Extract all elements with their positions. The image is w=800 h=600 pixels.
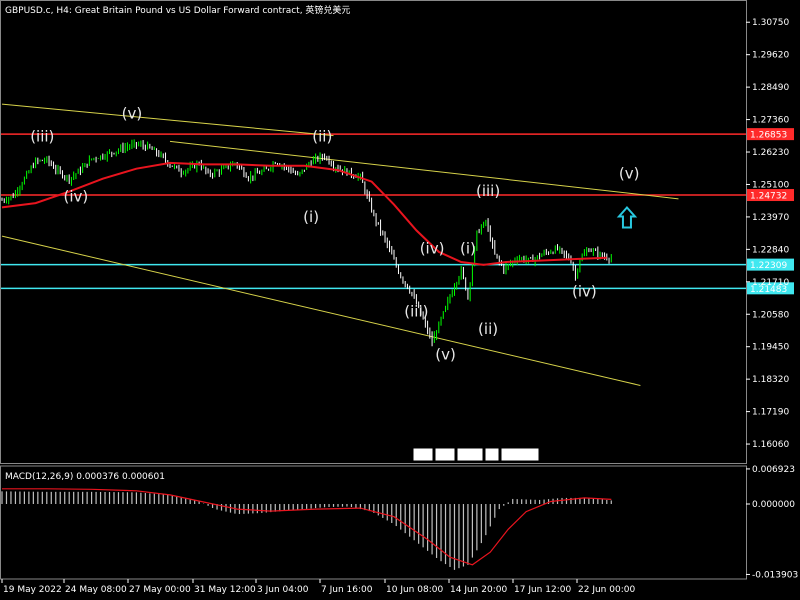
level-label-1.24732: 1.24732 (750, 192, 787, 202)
price-tick-1.22840: 1.22840 (752, 245, 789, 255)
price-tick-1.19450: 1.19450 (752, 343, 789, 353)
time-tick-3: 31 May 12:00 (194, 585, 256, 595)
chart-background (0, 0, 800, 600)
level-label-1.26853: 1.26853 (750, 131, 787, 141)
wave-label-8: (i) (460, 239, 476, 257)
price-tick-1.23970: 1.23970 (752, 213, 789, 223)
macd-tick-0.006923: 0.006923 (752, 465, 795, 475)
time-tick-2: 27 May 00:00 (129, 585, 191, 595)
timeline-badge-2: 1 0 (461, 451, 476, 461)
price-tick-1.29620: 1.29620 (752, 51, 789, 61)
price-tick-1.16060: 1.16060 (752, 440, 789, 450)
time-tick-5: 7 Jun 16:00 (321, 585, 373, 595)
price-tick-1.27360: 1.27360 (752, 116, 789, 126)
timeline-badge-1: 17 (439, 451, 450, 461)
wave-label-9: (iii) (404, 303, 428, 321)
price-tick-1.21710: 1.21710 (752, 278, 789, 288)
timeline-badge-4: 00:00 (505, 451, 531, 461)
time-tick-7: 14 Jun 20:00 (450, 585, 507, 595)
wave-label-7: (iv) (420, 239, 445, 257)
price-tick-1.28490: 1.28490 (752, 83, 789, 93)
time-tick-9: 22 Jun 00:00 (578, 585, 635, 595)
time-tick-8: 17 Jun 12:00 (514, 585, 571, 595)
wave-label-2: (iv) (64, 188, 89, 206)
wave-label-5: (i) (303, 208, 319, 226)
wave-label-13: (v) (619, 165, 640, 183)
time-tick-0: 19 May 2022 (3, 585, 62, 595)
macd-tick-0.000000: 0.000000 (752, 500, 795, 510)
macd-tick--0.013903: -0.013903 (752, 570, 798, 580)
price-tick-1.30750: 1.30750 (752, 18, 789, 28)
wave-label-6: (iii) (476, 182, 500, 200)
price-tick-1.18320: 1.18320 (752, 375, 789, 385)
time-tick-6: 10 Jun 08:00 (386, 585, 443, 595)
wave-label-1: (iii) (30, 127, 54, 145)
wave-label-3: (v) (122, 104, 143, 122)
price-tick-1.20580: 1.20580 (752, 310, 789, 320)
level-label-1.22309: 1.22309 (750, 261, 787, 271)
price-tick-1.25100: 1.25100 (752, 180, 789, 190)
price-tick-1.26230: 1.26230 (752, 148, 789, 158)
wave-label-4: (ii) (312, 127, 332, 145)
price-tick-1.17190: 1.17190 (752, 408, 789, 418)
wave-label-10: (v) (435, 346, 456, 364)
trading-chart[interactable]: (iii) (iv) (v) (ii) (i) (iii) (iv) (i) (iii) (v) (… (0, 0, 800, 600)
time-tick-1: 24 May 08:00 (65, 585, 127, 595)
macd-label: MACD(12,26,9) 0.000376 0.000601 (5, 472, 165, 482)
timeline-badge-3: 1 (489, 451, 495, 461)
timeline-badge-0: 18 (417, 451, 429, 461)
wave-label-12: (iv) (572, 282, 597, 300)
wave-label-11: (ii) (478, 320, 498, 338)
time-tick-4: 3 Jun 04:00 (257, 585, 309, 595)
chart-title: GBPUSD.c, H4: Great Britain Pound vs US … (5, 4, 350, 16)
